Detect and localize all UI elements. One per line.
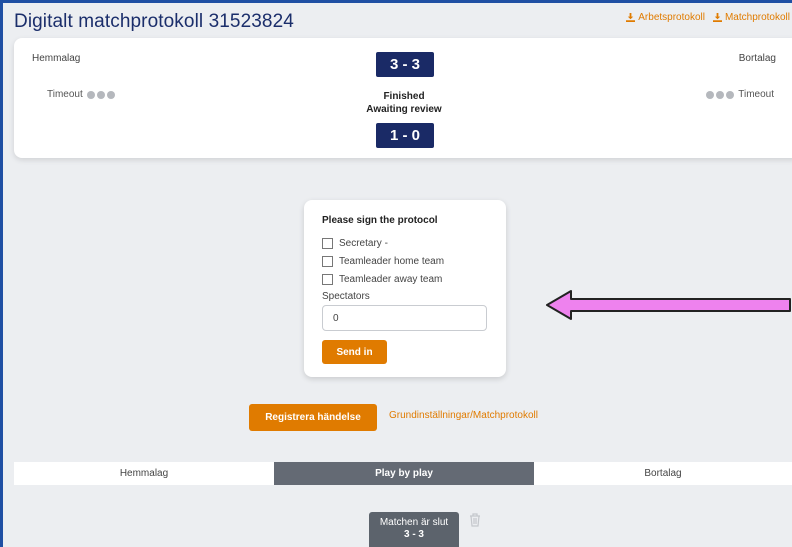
away-leader-checkbox[interactable] [322,273,333,285]
secretary-checkbox[interactable] [322,237,333,249]
sign-title: Please sign the protocol [322,215,438,226]
trash-icon[interactable] [469,513,481,527]
matchprotokoll-link[interactable]: Matchprotokoll [712,12,790,23]
home-leader-check-row[interactable]: Teamleader home team [322,252,506,270]
send-in-button[interactable]: Send in [322,340,387,364]
download-icon [626,13,636,22]
home-timeout: Timeout [47,89,115,100]
scoreboard-card: Hemmalag Bortalag Timeout Timeout 3 - 3 … [14,38,792,158]
away-timeout: Timeout [706,89,774,100]
timeout-dot-icon[interactable] [106,90,115,99]
match-score: 3 - 3 [376,52,434,77]
arbetsprotokoll-link[interactable]: Arbetsprotokoll [626,12,705,23]
timeout-dot-icon[interactable] [716,90,725,99]
settings-link[interactable]: Grundinställningar/Matchprotokoll [389,410,538,421]
window-frame-top [0,0,792,3]
status-finished: Finished [383,91,425,102]
window-frame-left [0,0,3,547]
timeout-dot-icon[interactable] [726,90,735,99]
download-icon [712,13,722,22]
away-timeout-dots[interactable] [706,90,735,99]
period-score: 1 - 0 [376,123,434,148]
register-event-button[interactable]: Registrera händelse [249,404,377,431]
away-team-label: Bortalag [738,53,776,64]
event-score: 3 - 3 [403,529,424,540]
match-end-event: Matchen är slut 3 - 3 [369,512,459,547]
annotation-arrow-icon [546,290,791,320]
tab-play-by-play[interactable]: Play by play [274,462,534,485]
event-title: Matchen är slut [379,517,449,528]
status-review: Awaiting review [366,104,442,115]
away-timeout-label: Timeout [738,89,774,100]
matchprotokoll-label: Matchprotokoll [724,12,790,23]
tab-home[interactable]: Hemmalag [14,462,274,485]
download-links: Arbetsprotokoll Matchprotokoll [626,12,790,23]
team-tabs: Hemmalag Play by play Bortalag [14,462,792,485]
home-leader-checkbox[interactable] [322,255,333,267]
timeout-dot-icon[interactable] [86,90,95,99]
sign-protocol-card: Please sign the protocol Secretary - Tea… [304,200,506,377]
tab-away[interactable]: Bortalag [534,462,792,485]
secretary-label: Secretary - [339,237,388,249]
away-leader-check-row[interactable]: Teamleader away team [322,270,506,288]
away-leader-label: Teamleader away team [339,273,443,285]
spectators-input[interactable] [322,305,487,331]
page-title: Digitalt matchprotokoll 31523824 [14,11,294,32]
timeout-dot-icon[interactable] [706,90,715,99]
home-team-label: Hemmalag [32,53,81,64]
match-status: Finished Awaiting review [344,90,464,116]
home-leader-label: Teamleader home team [339,255,445,267]
spectators-label: Spectators [322,291,370,302]
home-timeout-label: Timeout [47,89,83,100]
timeout-dot-icon[interactable] [96,90,105,99]
arbetsprotokoll-label: Arbetsprotokoll [638,12,705,23]
secretary-check-row[interactable]: Secretary - [322,234,506,252]
home-timeout-dots[interactable] [86,90,115,99]
